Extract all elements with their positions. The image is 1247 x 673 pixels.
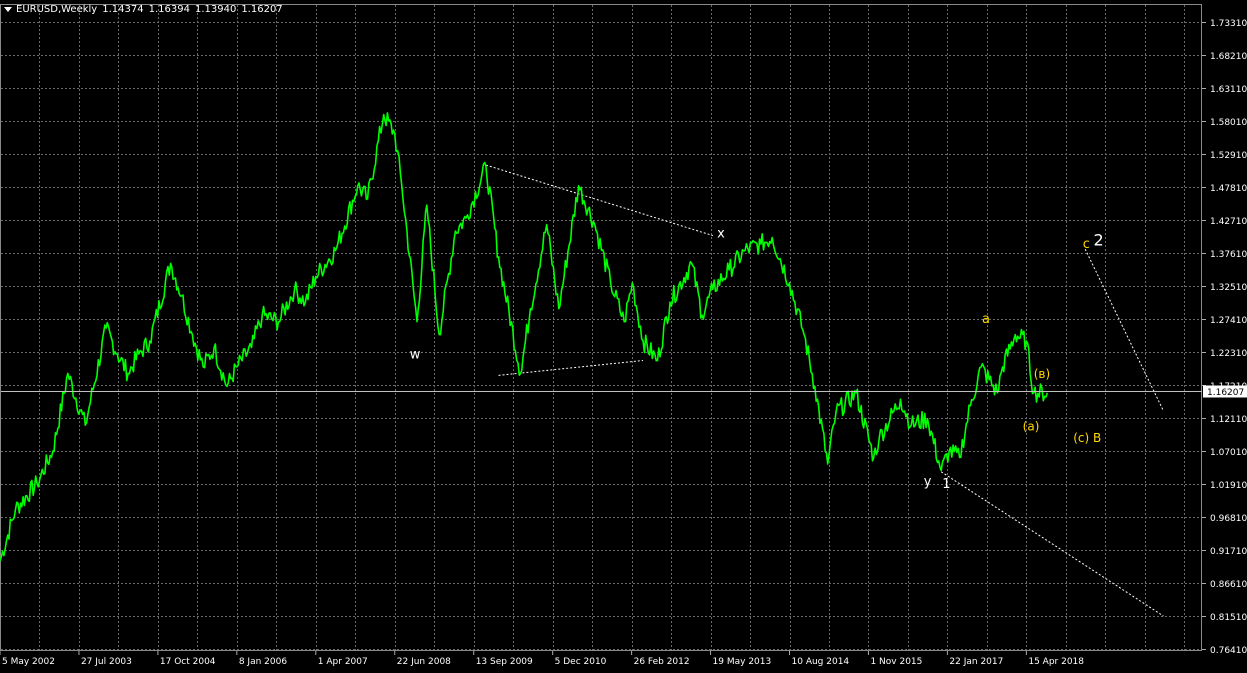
y-tick-label: 0.96810: [1210, 514, 1247, 524]
trendline: [485, 164, 713, 237]
price-axis[interactable]: 1.73310 1.68210 1.63110 1.58010 1.52910 1.478…: [1202, 19, 1247, 656]
low-value: 1.13940: [194, 4, 237, 15]
y-tick-label: 1.01910: [1210, 481, 1247, 491]
y-tick-label: 1.32510: [1210, 283, 1247, 293]
wave-label: 2: [1094, 230, 1104, 249]
x-tick-label: 1 Nov 2015: [870, 657, 922, 667]
wave-label: (c) B: [1073, 431, 1101, 445]
x-tick-label: 17 Oct 2004: [160, 657, 216, 667]
y-tick-label: 0.91710: [1210, 547, 1247, 557]
y-tick-label: 1.73310: [1210, 19, 1247, 29]
trendline: [940, 471, 1164, 617]
x-tick-label: 8 Jan 2006: [239, 657, 287, 667]
y-tick-label: 1.42710: [1210, 217, 1247, 227]
chart-grid: [0, 4, 1202, 651]
y-tick-label: 1.22310: [1210, 349, 1247, 359]
x-tick-label: 22 Jun 2008: [397, 657, 451, 667]
y-tick-label: 1.27410: [1210, 316, 1247, 326]
y-tick-label: 1.37610: [1210, 250, 1247, 260]
close-value: 1.16207: [241, 4, 283, 15]
symbol-label: EURUSD,Weekly: [16, 4, 98, 15]
dropdown-triangle-icon[interactable]: [4, 6, 12, 12]
x-tick-label: 19 May 2013: [713, 657, 772, 667]
plot-frame: [0, 4, 1202, 651]
y-tick-label: 1.52910: [1210, 151, 1247, 161]
x-tick-label: 15 Apr 2018: [1028, 657, 1084, 667]
x-tick-label: 5 May 2002: [2, 657, 55, 667]
x-tick-label: 22 Jan 2017: [949, 657, 1003, 667]
wave-label: (в): [1034, 367, 1050, 381]
trendlines: [485, 164, 1164, 617]
wave-label: a: [982, 312, 990, 327]
current-price-label: 1.16207: [1207, 388, 1244, 398]
y-tick-label: 0.81510: [1210, 613, 1247, 623]
wave-label: w: [410, 348, 421, 363]
high-value: 1.16394: [148, 4, 190, 15]
x-tick-label: 10 Aug 2014: [792, 657, 850, 667]
wave-label: x: [717, 227, 725, 242]
time-axis[interactable]: 5 May 2002 27 Jul 2003 17 Oct 2004 8 Jan 20…: [0, 651, 1084, 667]
y-tick-label: 1.47810: [1210, 184, 1247, 194]
chart-header: EURUSD,Weekly 1.14374 1.16394 1.13940 1.1620…: [4, 4, 288, 15]
price-line: [0, 112, 1049, 562]
y-tick-label: 1.12110: [1210, 415, 1247, 425]
wave-label: y: [924, 474, 932, 489]
y-tick-label: 1.63110: [1210, 85, 1247, 95]
wave-label: 1: [942, 477, 950, 492]
x-tick-label: 5 Dec 2010: [555, 657, 607, 667]
y-tick-label: 1.68210: [1210, 52, 1247, 62]
price-chart[interactable]: 1.73310 1.68210 1.63110 1.58010 1.52910 1.478…: [0, 0, 1247, 673]
open-value: 1.14374: [102, 4, 144, 15]
x-tick-label: 26 Feb 2012: [634, 657, 690, 667]
plot-area: [0, 112, 1202, 562]
wave-label: (a): [1023, 419, 1040, 433]
y-tick-label: 1.58010: [1210, 118, 1247, 128]
x-tick-label: 1 Apr 2007: [318, 657, 368, 667]
x-tick-label: 13 Sep 2009: [476, 657, 533, 667]
wave-label: c: [1083, 237, 1090, 252]
y-tick-label: 0.86610: [1210, 580, 1247, 590]
trendline: [1084, 248, 1164, 412]
y-tick-label: 1.07010: [1210, 448, 1247, 458]
y-tick-label: 0.76410: [1210, 646, 1247, 656]
x-tick-label: 27 Jul 2003: [81, 657, 132, 667]
